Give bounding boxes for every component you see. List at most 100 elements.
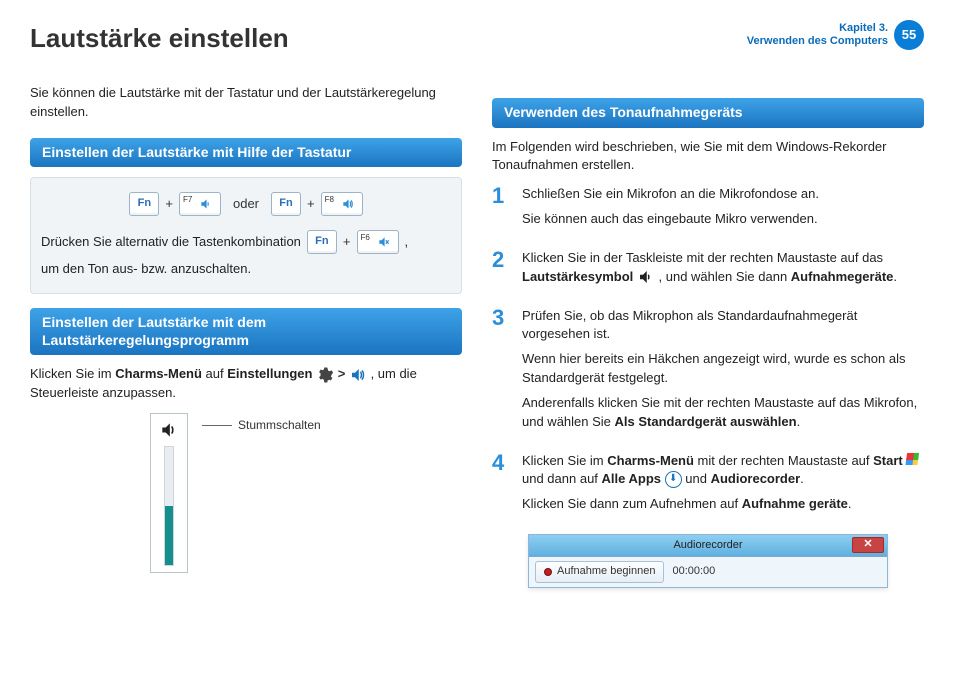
volume-slider-widget: Stummschalten [150, 413, 462, 573]
windows-logo-icon [905, 453, 923, 469]
key-f7: F7 [179, 192, 221, 216]
alt-text-after: um den Ton aus- bzw. anzuschalten. [41, 260, 451, 279]
audiorecorder-window: Audiorecorder ✕ Aufnahme beginnen 00:00:… [528, 534, 888, 588]
alt-text-pre: Drücken Sie alternativ die Tastenkombina… [41, 233, 301, 252]
recording-devices-label: Aufnahmegeräte [791, 269, 894, 284]
step3-p3: Anderenfalls klicken Sie mit der rechten… [522, 394, 924, 432]
volume-symbol-label: Lautstärkesymbol [522, 269, 633, 284]
leader-line [202, 425, 232, 426]
key-fn-3: Fn [307, 230, 337, 254]
t: mit der rechten Maustaste auf [694, 453, 873, 468]
right-column: Verwenden des Tonaufnahmegeräts Im Folge… [492, 84, 924, 588]
alt-text-post: , [405, 233, 409, 252]
step-1: 1 Schließen Sie ein Mikrofon an die Mikr… [492, 185, 924, 235]
mute-caption-row: Stummschalten [202, 417, 321, 434]
t: , und wählen Sie dann [659, 269, 791, 284]
plus-sign: + [165, 195, 173, 214]
audiorecorder-body: Aufnahme beginnen 00:00:00 [529, 557, 887, 587]
set-default-label: Als Standardgerät auswählen [615, 414, 797, 429]
charms-menu-label: Charms-Menü [115, 366, 202, 381]
section-keyboard-title: Einstellen der Lautstärke mit Hilfe der … [30, 138, 462, 168]
chapter-line1: Kapitel 3. [747, 22, 888, 35]
plus-sign-3: + [343, 233, 351, 252]
chapter-line2: Verwenden des Computers [747, 35, 888, 48]
record-dot-icon [544, 568, 552, 576]
t: und dann auf [522, 471, 602, 486]
all-apps-label: Alle Apps [602, 471, 661, 486]
record-devices-label: Aufnahme geräte [742, 496, 848, 511]
t: Klicken Sie in der Taskleiste mit der re… [522, 250, 883, 265]
start-label: Start [873, 453, 903, 468]
volume-track[interactable] [164, 446, 174, 566]
step-body: Klicken Sie in der Taskleiste mit der re… [522, 249, 924, 293]
chapter-label: Kapitel 3. Verwenden des Computers [747, 22, 888, 48]
mute-icon [377, 235, 391, 249]
t: . [848, 496, 852, 511]
volume-fill [165, 506, 173, 565]
page-number-badge: 55 [894, 20, 924, 50]
step4-p2: Klicken Sie dann zum Aufnehmen auf Aufna… [522, 495, 924, 514]
key-combo-row-1: Fn + F7 oder Fn + F8 [41, 192, 451, 216]
header-right: Kapitel 3. Verwenden des Computers 55 [747, 20, 924, 50]
t: . [893, 269, 897, 284]
keyboard-shortcut-box: Fn + F7 oder Fn + F8 Drücken Sie alterna… [30, 177, 462, 294]
t: Klicken Sie dann zum Aufnehmen auf [522, 496, 742, 511]
key-fn-2: Fn [271, 192, 301, 216]
intro-text: Sie können die Lautstärke mit der Tastat… [30, 84, 462, 122]
step-number: 1 [492, 185, 512, 235]
step-body: Schließen Sie ein Mikrofon an die Mikrof… [522, 185, 819, 235]
t: und [685, 471, 710, 486]
volume-down-icon [199, 197, 213, 211]
start-recording-label: Aufnahme beginnen [557, 564, 655, 580]
step4-p1: Klicken Sie im Charms-Menü mit der recht… [522, 452, 924, 490]
page-header: Lautstärke einstellen Kapitel 3. Verwend… [30, 20, 924, 70]
key-f6: F6 [357, 230, 399, 254]
start-recording-button[interactable]: Aufnahme beginnen [535, 561, 664, 583]
step3-p1: Prüfen Sie, ob das Mikrophon als Standar… [522, 307, 924, 345]
t: . [800, 471, 804, 486]
t: Klicken Sie im [522, 453, 607, 468]
step-body: Klicken Sie im Charms-Menü mit der recht… [522, 452, 924, 521]
audiorecorder-titlebar: Audiorecorder ✕ [529, 535, 887, 557]
volume-icon [349, 366, 367, 384]
volume-control[interactable] [150, 413, 188, 573]
step-number: 2 [492, 249, 512, 293]
step-4: 4 Klicken Sie im Charms-Menü mit der rec… [492, 452, 924, 521]
page-title: Lautstärke einstellen [30, 20, 289, 58]
all-apps-icon: ⬇ [665, 471, 682, 488]
step-body: Prüfen Sie, ob das Mikrophon als Standar… [522, 307, 924, 438]
step-number: 3 [492, 307, 512, 438]
key-f8-label: F8 [325, 194, 334, 206]
chevron-icon: > [338, 366, 346, 381]
left-column: Sie können die Lautstärke mit der Tastat… [30, 84, 462, 588]
key-combo-row-2: Drücken Sie alternativ die Tastenkombina… [41, 230, 451, 254]
recorder-intro: Im Folgenden wird beschrieben, wie Sie m… [492, 138, 924, 176]
t: auf [202, 366, 227, 381]
mute-caption: Stummschalten [238, 417, 321, 434]
volume-up-icon [341, 197, 355, 211]
step2-p1: Klicken Sie in der Taskleiste mit der re… [522, 249, 924, 287]
plus-sign-2: + [307, 195, 315, 214]
audiorecorder-label: Audiorecorder [711, 471, 801, 486]
settings-label: Einstellungen [227, 366, 312, 381]
speaker-icon[interactable] [159, 420, 179, 440]
or-label: oder [227, 195, 265, 214]
step1-p1: Schließen Sie ein Mikrofon an die Mikrof… [522, 185, 819, 204]
section-recorder-title: Verwenden des Tonaufnahmegeräts [492, 98, 924, 128]
t: . [797, 414, 801, 429]
step-number: 4 [492, 452, 512, 521]
t: Klicken Sie im [30, 366, 115, 381]
step-2: 2 Klicken Sie in der Taskleiste mit der … [492, 249, 924, 293]
close-button[interactable]: ✕ [852, 537, 884, 553]
key-f8: F8 [321, 192, 363, 216]
audiorecorder-title: Audiorecorder [673, 538, 742, 554]
recording-time: 00:00:00 [672, 564, 715, 580]
key-f6-label: F6 [361, 232, 370, 244]
gear-icon [316, 366, 334, 384]
charms-label: Charms-Menü [607, 453, 694, 468]
section-program-title: Einstellen der Lautstärke mit dem Lautst… [30, 308, 462, 355]
charms-instruction: Klicken Sie im Charms-Menü auf Einstellu… [30, 365, 462, 403]
step3-p2: Wenn hier bereits ein Häkchen angezeigt … [522, 350, 924, 388]
speaker-small-icon [637, 268, 655, 286]
key-f7-label: F7 [183, 194, 192, 206]
